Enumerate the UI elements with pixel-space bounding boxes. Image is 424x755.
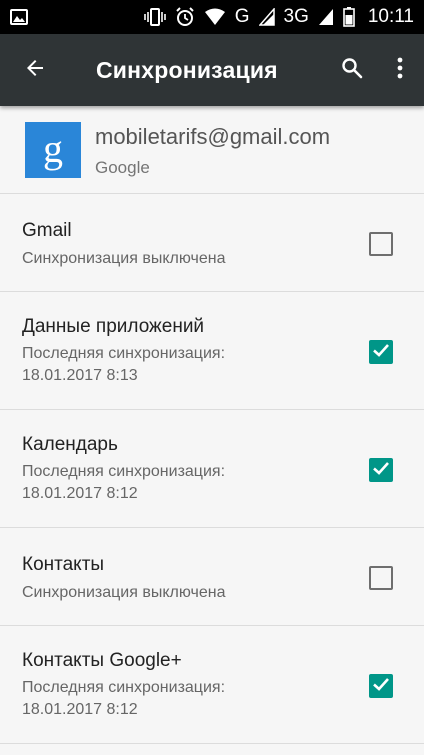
account-header: g mobiletarifs@gmail.com Google	[0, 106, 424, 194]
sync-item-contacts[interactable]: Контакты Синхронизация выключена	[0, 528, 424, 626]
sync-item-status: Синхронизация выключена	[22, 584, 226, 601]
google-logo-icon: g	[25, 122, 81, 178]
network2-label: 3G	[283, 6, 309, 27]
sync-item-date: 18.01.2017 8:13	[22, 367, 138, 384]
sync-checkbox-calendar[interactable]	[369, 458, 393, 482]
sync-item-title: Gmail	[22, 220, 72, 241]
sync-checkbox-contacts[interactable]	[369, 566, 393, 590]
status-bar: G 3G 10:11	[0, 0, 424, 34]
page-title: Синхронизация	[96, 56, 278, 83]
sync-item-title: Контакты Google+	[22, 650, 182, 671]
sync-item-gmail[interactable]: Gmail Синхронизация выключена	[0, 194, 424, 292]
status-time: 10:11	[367, 6, 414, 27]
signal-icon	[258, 8, 275, 26]
search-icon	[340, 56, 364, 85]
wifi-icon	[204, 8, 226, 26]
sync-item-date: 18.01.2017 8:12	[22, 701, 138, 718]
checkmark-icon	[372, 675, 390, 698]
image-icon	[10, 8, 28, 26]
sync-item-title: Контакты	[22, 554, 105, 575]
app-bar: Синхронизация	[0, 34, 424, 106]
account-email: mobiletarifs@gmail.com	[95, 124, 331, 149]
sync-item-calendar[interactable]: Календарь Последняя синхронизация: 18.01…	[0, 410, 424, 528]
signal-icon	[318, 8, 334, 26]
sync-checkbox-gmail[interactable]	[369, 232, 393, 256]
alarm-icon	[175, 7, 195, 27]
sync-item-title: Календарь	[22, 434, 118, 455]
sync-item-status: Последняя синхронизация:	[22, 345, 226, 362]
checkmark-icon	[372, 341, 390, 364]
arrow-back-icon	[23, 56, 47, 85]
vibrate-icon	[143, 8, 166, 26]
overflow-menu-button[interactable]	[376, 34, 424, 106]
sync-settings-list: g mobiletarifs@gmail.com Google Gmail Си…	[0, 106, 424, 755]
account-type: Google	[95, 158, 150, 177]
logo-letter: g	[43, 126, 63, 171]
sync-item-status: Последняя синхронизация:	[22, 463, 226, 480]
battery-icon	[343, 7, 355, 27]
sync-item-app-data[interactable]: Данные приложений Последняя синхронизаци…	[0, 292, 424, 410]
sync-checkbox-google-plus-contacts[interactable]	[369, 674, 393, 698]
sync-checkbox-app-data[interactable]	[369, 340, 393, 364]
sync-item-title: Данные приложений	[22, 316, 205, 337]
network-label: G	[234, 6, 250, 27]
sync-item-status: Последняя синхронизация:	[22, 679, 226, 696]
checkmark-icon	[372, 459, 390, 482]
sync-item-status: Синхронизация выключена	[22, 250, 226, 267]
search-button[interactable]	[328, 34, 376, 106]
back-button[interactable]	[0, 34, 70, 106]
more-vert-icon	[396, 56, 404, 85]
sync-item-google-plus-contacts[interactable]: Контакты Google+ Последняя синхронизация…	[0, 626, 424, 744]
sync-item-date: 18.01.2017 8:12	[22, 485, 138, 502]
